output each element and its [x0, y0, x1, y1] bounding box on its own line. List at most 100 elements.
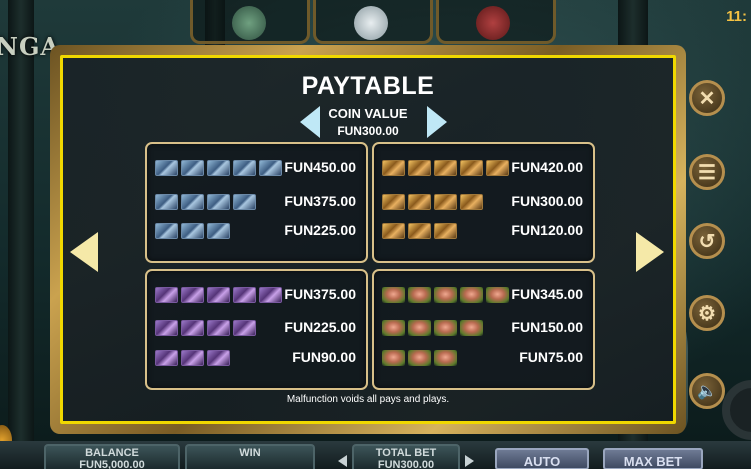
blue-rune-card-icon — [181, 194, 204, 210]
pay-amount: FUN120.00 — [511, 222, 583, 238]
blue-rune-card-icon — [181, 160, 204, 176]
blue-rune-card-icon — [259, 160, 282, 176]
pay-row: FUN420.00 — [382, 157, 587, 179]
gold-rune-card-icon — [408, 223, 431, 239]
tree-trunk — [8, 0, 34, 469]
coin-value-increase-button[interactable] — [427, 106, 447, 138]
mushroom-icon — [408, 320, 431, 336]
mushroom-icon — [382, 350, 405, 366]
speaker-icon: 🔈 — [697, 383, 717, 400]
balance-value: FUN5,000.00 — [79, 459, 145, 469]
symbol-icons — [155, 160, 282, 176]
back-button[interactable]: ↺ — [689, 223, 725, 259]
symbol-icons — [382, 223, 457, 239]
purple-rune-card-icon — [207, 350, 230, 366]
purple-rune-card-icon — [155, 287, 178, 303]
mushroom-icon — [382, 320, 405, 336]
mushroom-icon — [460, 320, 483, 336]
symbol-icons — [155, 194, 256, 210]
purple-rune-card-icon — [207, 287, 230, 303]
symbol-box-mushroom: FUN345.00 FUN150.00 FUN75.00 — [372, 269, 595, 390]
paytable-panel: PAYTABLE COIN VALUE FUN300.00 FUN450.00 — [60, 55, 676, 424]
malfunction-note: Malfunction voids all pays and plays. — [286, 394, 450, 405]
balance-display: BALANCE FUN5,000.00 — [44, 444, 180, 469]
sound-button[interactable]: 🔈 — [689, 373, 725, 409]
win-display: WIN — [185, 444, 315, 469]
pay-row: FUN375.00 — [155, 191, 360, 213]
mushroom-icon — [382, 287, 405, 303]
coin-value-label: COIN VALUE — [328, 106, 408, 121]
green-moon — [232, 6, 266, 40]
pay-amount: FUN150.00 — [511, 319, 583, 335]
next-page-button[interactable] — [636, 232, 664, 272]
pay-row: FUN75.00 — [382, 347, 587, 369]
symbol-box-blue-rune-card: FUN450.00 FUN375.00 FUN225.00 — [145, 142, 368, 263]
settings-icon: ⚙ — [698, 302, 716, 325]
pay-row: FUN375.00 — [155, 284, 360, 306]
blue-rune-card-icon — [155, 160, 178, 176]
coin-value: FUN300.00 — [337, 124, 399, 138]
menu-icon: ☰ — [698, 161, 716, 184]
pay-amount: FUN420.00 — [511, 159, 583, 175]
pay-amount: FUN225.00 — [284, 222, 356, 238]
blue-rune-card-icon — [233, 194, 256, 210]
pay-amount: FUN300.00 — [511, 193, 583, 209]
gold-rune-card-icon — [460, 194, 483, 210]
pay-amount: FUN90.00 — [292, 349, 356, 365]
pay-amount: FUN345.00 — [511, 286, 583, 302]
win-label: WIN — [239, 447, 261, 459]
pay-amount: FUN225.00 — [284, 319, 356, 335]
mushroom-icon — [460, 287, 483, 303]
symbol-icons — [382, 350, 457, 366]
settings-button[interactable]: ⚙ — [689, 295, 725, 331]
clock: 11: — [726, 8, 747, 25]
symbol-box-purple-rune-card: FUN375.00 FUN225.00 FUN90.00 — [145, 269, 368, 390]
total-bet-label: TOTAL BET — [375, 447, 437, 459]
purple-rune-card-icon — [233, 320, 256, 336]
symbol-icons — [382, 287, 509, 303]
pay-row: FUN150.00 — [382, 317, 587, 339]
paytable-title: PAYTABLE — [301, 72, 435, 100]
pay-row: FUN120.00 — [382, 220, 587, 242]
blue-rune-card-icon — [207, 194, 230, 210]
gold-rune-card-icon — [408, 194, 431, 210]
gold-rune-card-icon — [382, 160, 405, 176]
symbol-icons — [382, 320, 483, 336]
red-moon — [476, 6, 510, 40]
gold-rune-card-icon — [486, 160, 509, 176]
purple-rune-card-icon — [181, 350, 204, 366]
blue-rune-card-icon — [207, 160, 230, 176]
purple-rune-card-icon — [155, 320, 178, 336]
purple-rune-card-icon — [259, 287, 282, 303]
symbol-icons — [155, 320, 256, 336]
mushroom-icon — [408, 350, 431, 366]
symbol-icons — [155, 350, 230, 366]
bet-increase-button[interactable] — [465, 455, 474, 467]
mushroom-icon — [434, 320, 457, 336]
pay-amount: FUN450.00 — [284, 159, 356, 175]
symbol-box-gold-rune-card: FUN420.00 FUN300.00 FUN120.00 — [372, 142, 595, 263]
purple-rune-card-icon — [155, 350, 178, 366]
purple-rune-card-icon — [181, 320, 204, 336]
back-icon: ↺ — [698, 230, 716, 253]
pay-row: FUN345.00 — [382, 284, 587, 306]
menu-button[interactable]: ☰ — [689, 154, 725, 190]
previous-page-button[interactable] — [70, 232, 98, 272]
pay-amount: FUN75.00 — [519, 349, 583, 365]
close-button[interactable]: ✕ — [689, 80, 725, 116]
bet-decrease-button[interactable] — [338, 455, 347, 467]
auto-button[interactable]: AUTO — [495, 448, 589, 469]
gold-rune-card-icon — [382, 194, 405, 210]
max-bet-button[interactable]: MAX BET — [603, 448, 703, 469]
mushroom-icon — [408, 287, 431, 303]
pay-amount: FUN375.00 — [284, 193, 356, 209]
close-icon: ✕ — [698, 87, 716, 110]
symbol-icons — [155, 223, 230, 239]
blue-rune-card-icon — [181, 223, 204, 239]
purple-rune-card-icon — [207, 320, 230, 336]
blue-rune-card-icon — [155, 194, 178, 210]
pay-row: FUN225.00 — [155, 220, 360, 242]
gold-rune-card-icon — [460, 160, 483, 176]
purple-rune-card-icon — [233, 287, 256, 303]
gold-rune-card-icon — [382, 223, 405, 239]
